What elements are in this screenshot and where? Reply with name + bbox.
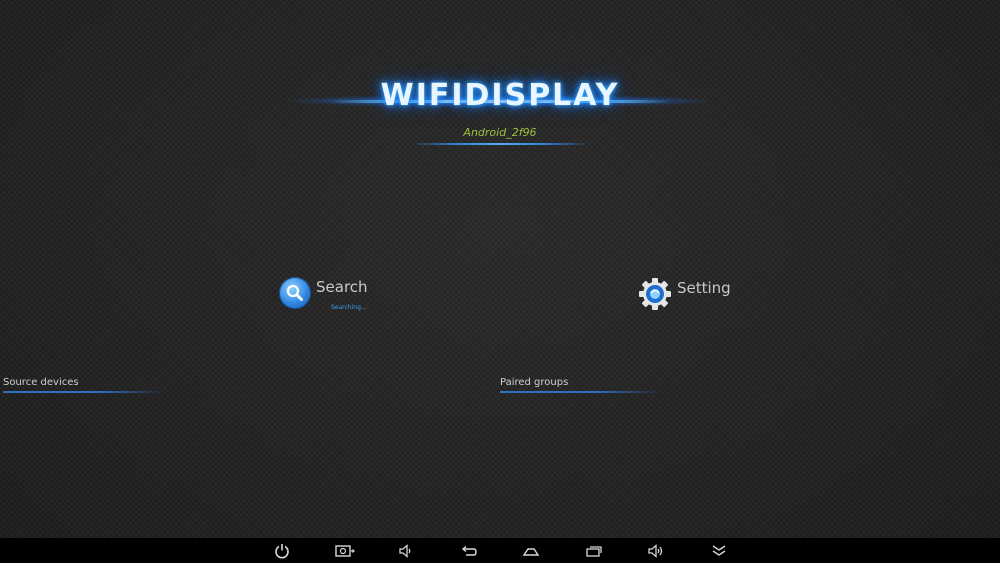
device-name-underline <box>410 143 590 145</box>
source-devices-title: Source devices <box>3 377 79 388</box>
volume-up-icon[interactable] <box>646 542 666 559</box>
search-label: Search <box>316 278 368 296</box>
search-icon <box>279 277 311 309</box>
app-logo: WIFIDISPLAY Android_2f96 <box>270 70 730 160</box>
gear-icon <box>638 277 672 311</box>
app-title: WIFIDISPLAY <box>380 78 620 113</box>
device-name: Android_2f96 <box>463 126 537 139</box>
home-icon[interactable] <box>521 542 541 559</box>
hide-bar-icon[interactable] <box>709 542 729 559</box>
system-navigation-bar <box>0 538 1000 563</box>
paired-groups-title: Paired groups <box>500 377 569 388</box>
paired-groups-divider <box>500 391 660 393</box>
search-status: Searching... <box>331 304 367 311</box>
back-icon[interactable] <box>459 542 479 559</box>
recent-apps-icon[interactable] <box>584 542 604 559</box>
volume-down-icon[interactable] <box>396 542 416 559</box>
source-devices-divider <box>3 391 163 393</box>
setting-label: Setting <box>677 279 731 297</box>
setting-button[interactable]: Setting <box>638 277 731 311</box>
power-icon[interactable] <box>272 542 292 559</box>
screenshot-icon[interactable] <box>335 542 355 559</box>
